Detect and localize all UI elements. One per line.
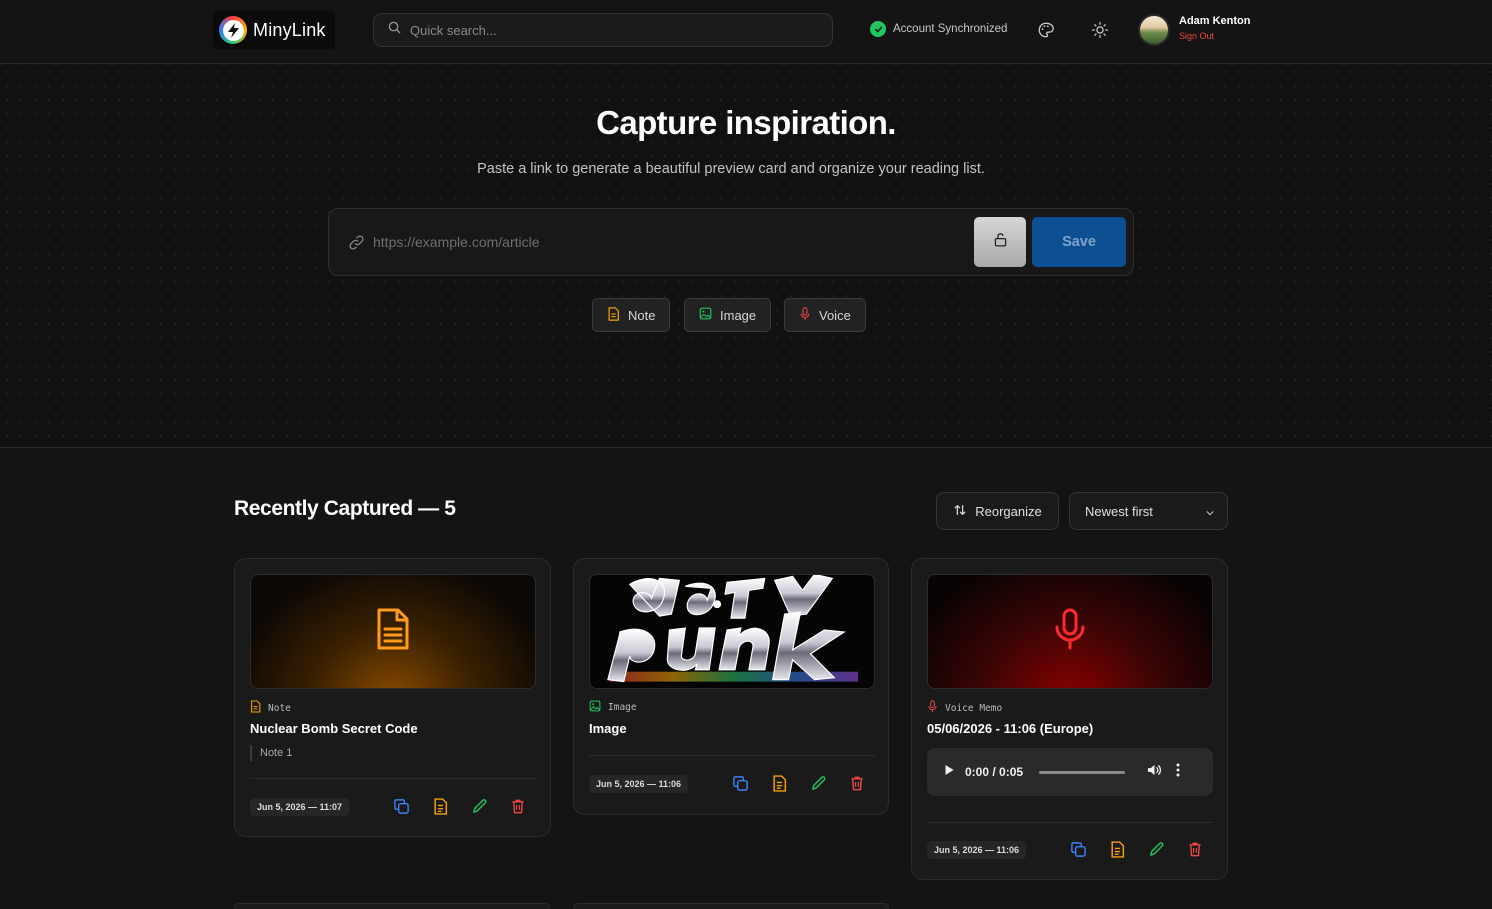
add-note-button[interactable]: Note	[592, 298, 671, 332]
top-bar: MinyLink Account Synchronized Adam Kento…	[0, 0, 1492, 64]
reorganize-label: Reorganize	[975, 503, 1042, 519]
unlock-icon	[992, 231, 1009, 253]
card-title: Nuclear Bomb Secret Code	[250, 721, 418, 736]
sort-value: Newest first	[1085, 503, 1153, 519]
card-type: Note	[250, 700, 291, 716]
document-icon[interactable]	[770, 774, 788, 792]
hero-title: Capture inspiration.	[596, 104, 896, 141]
card-type-label: Voice Memo	[945, 702, 1003, 714]
image-icon	[699, 307, 712, 323]
card-date: Jun 5, 2026 — 11:06	[927, 841, 1027, 859]
save-button[interactable]: Save	[1032, 217, 1126, 267]
app-logo[interactable]: MinyLink	[213, 11, 335, 49]
chevron-down-icon	[1205, 506, 1215, 521]
sort-select[interactable]: Newest first	[1069, 492, 1228, 530]
sync-status-text: Account Synchronized	[893, 23, 1008, 35]
card-title: Image	[589, 721, 627, 736]
note-icon	[374, 607, 412, 656]
logo-mark-icon	[219, 16, 247, 44]
document-icon[interactable]	[1108, 840, 1126, 858]
volume-icon[interactable]	[1147, 763, 1162, 782]
card-peek	[573, 903, 889, 909]
card-type-label: Image	[608, 702, 637, 713]
voice-thumbnail	[927, 574, 1213, 689]
image-card[interactable]: Image Image Jun 5, 2026 — 11:06	[573, 558, 889, 815]
search-input[interactable]	[410, 22, 810, 38]
mic-type-icon	[927, 700, 938, 716]
privacy-lock-button[interactable]	[974, 217, 1026, 267]
audio-progress-slider[interactable]	[1039, 770, 1125, 774]
sign-out-link[interactable]: Sign Out	[1179, 31, 1214, 41]
copy-icon[interactable]	[731, 774, 749, 792]
edit-pencil-icon[interactable]	[470, 797, 488, 815]
note-type-icon	[250, 700, 261, 716]
document-icon[interactable]	[431, 797, 449, 815]
trash-icon[interactable]	[1186, 840, 1204, 858]
more-options-icon[interactable]	[1176, 763, 1180, 782]
voice-card[interactable]: Voice Memo 05/06/2026 - 11:06 (Europe) 0…	[911, 558, 1228, 880]
sort-arrows-icon	[953, 503, 967, 520]
card-date: Jun 5, 2026 — 11:07	[250, 798, 350, 816]
edit-pencil-icon[interactable]	[809, 774, 827, 792]
trash-icon[interactable]	[509, 797, 527, 815]
note-thumbnail	[250, 574, 536, 689]
card-title: 05/06/2026 - 11:06 (Europe)	[927, 721, 1094, 736]
mic-icon	[799, 306, 811, 324]
app-name: MinyLink	[253, 19, 326, 40]
sun-icon[interactable]	[1090, 20, 1110, 40]
card-divider	[927, 822, 1213, 823]
note-icon	[607, 306, 620, 324]
card-date: Jun 5, 2026 — 11:06	[589, 775, 689, 793]
avatar[interactable]	[1138, 14, 1170, 46]
album-art-image	[590, 575, 874, 688]
card-actions	[1069, 840, 1204, 858]
note-card[interactable]: Note Nuclear Bomb Secret Code Note 1 Jun…	[234, 558, 551, 837]
add-image-button[interactable]: Image	[684, 298, 772, 332]
copy-icon[interactable]	[392, 797, 410, 815]
card-divider	[250, 778, 536, 779]
hero-subtitle: Paste a link to generate a beautiful pre…	[477, 161, 985, 177]
recently-captured-title: Recently Captured — 5	[234, 497, 456, 520]
card-note-preview: Note 1	[250, 745, 292, 761]
audio-player: 0:00 / 0:05	[927, 748, 1213, 796]
card-type: Voice Memo	[927, 700, 1002, 716]
search-icon	[388, 21, 401, 39]
link-icon	[348, 234, 365, 256]
card-actions	[392, 797, 527, 815]
copy-icon[interactable]	[1069, 840, 1087, 858]
play-icon[interactable]	[944, 763, 955, 781]
url-input[interactable]	[373, 231, 963, 253]
card-type: Image	[589, 700, 637, 715]
palette-icon[interactable]	[1036, 20, 1056, 40]
card-type-label: Note	[268, 702, 291, 714]
add-voice-label: Voice	[819, 307, 851, 323]
card-actions	[731, 774, 866, 792]
user-name: Adam Kenton	[1179, 15, 1251, 27]
sync-status: Account Synchronized	[870, 21, 1007, 37]
add-voice-button[interactable]: Voice	[784, 298, 866, 332]
audio-time: 0:00 / 0:05	[965, 765, 1024, 779]
add-image-label: Image	[720, 307, 757, 323]
url-capture-bar: Save	[328, 208, 1134, 276]
hero-section: Capture inspiration. Paste a link to gen…	[0, 65, 1492, 448]
check-circle-icon	[870, 21, 886, 37]
reorganize-button[interactable]: Reorganize	[936, 492, 1059, 530]
image-type-icon	[589, 700, 601, 715]
trash-icon[interactable]	[848, 774, 866, 792]
card-divider	[589, 755, 875, 756]
mic-icon	[1054, 608, 1086, 655]
card-peek	[234, 903, 550, 909]
image-thumbnail	[589, 574, 875, 689]
edit-pencil-icon[interactable]	[1147, 840, 1165, 858]
add-note-label: Note	[628, 307, 656, 323]
quick-search[interactable]	[373, 13, 833, 47]
